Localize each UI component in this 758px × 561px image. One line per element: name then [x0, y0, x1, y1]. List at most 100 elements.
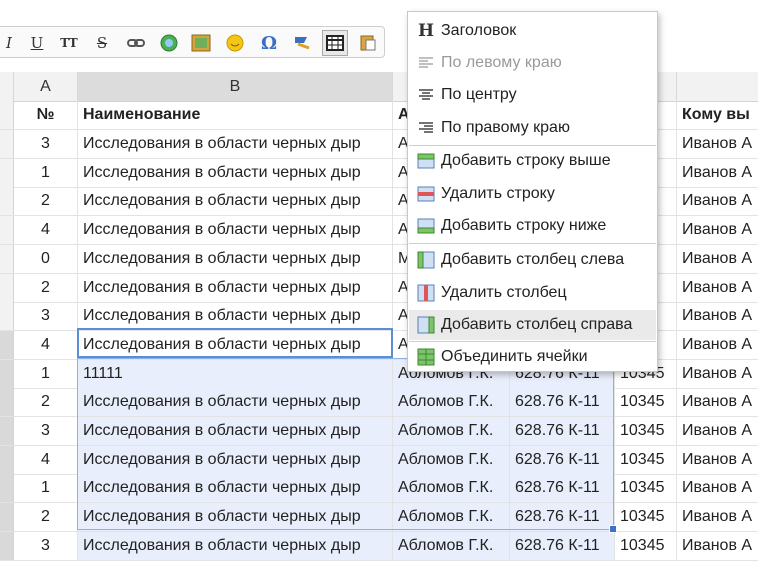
author-cell[interactable]: Абломов Г.К.	[393, 503, 510, 531]
author-cell[interactable]: Абломов Г.К.	[393, 446, 510, 474]
row-header[interactable]	[0, 532, 14, 560]
special-char-button[interactable]: Ω	[256, 30, 282, 56]
num-cell[interactable]: 4	[14, 331, 78, 359]
menu-item-align-right[interactable]: По правому краю	[409, 113, 656, 143]
row-header[interactable]	[0, 474, 14, 502]
header-recipient-cell[interactable]: Кому вы	[677, 101, 758, 129]
num-cell[interactable]: 1	[14, 159, 78, 187]
menu-item-add-column-right[interactable]: Добавить столбец справа	[409, 310, 656, 340]
italic-button[interactable]: I	[0, 30, 22, 56]
num-cell[interactable]: 2	[14, 503, 78, 531]
menu-item-add-row-below[interactable]: Добавить строку ниже	[409, 211, 656, 241]
code-cell[interactable]: 628.76 К-11	[510, 388, 615, 416]
row-header[interactable]	[0, 187, 14, 215]
recipient-cell[interactable]: Иванов А	[677, 159, 758, 187]
menu-item-align-center[interactable]: По центру	[409, 80, 656, 110]
num-cell[interactable]: 4	[14, 216, 78, 244]
author-cell[interactable]: Абломов Г.К.	[393, 388, 510, 416]
num-cell[interactable]: 1	[14, 360, 78, 388]
name-cell[interactable]: Исследования в области черных дыр	[78, 388, 393, 416]
recipient-cell[interactable]: Иванов А	[677, 388, 758, 416]
row-header[interactable]	[0, 417, 14, 445]
recipient-cell[interactable]: Иванов А	[677, 331, 758, 359]
id-cell[interactable]: 10345	[615, 417, 677, 445]
row-header[interactable]	[0, 388, 14, 416]
num-cell[interactable]: 2	[14, 274, 78, 302]
recipient-cell[interactable]: Иванов А	[677, 130, 758, 158]
recipient-cell[interactable]: Иванов А	[677, 532, 758, 560]
row-header[interactable]	[0, 360, 14, 388]
name-cell[interactable]: Исследования в области черных дыр	[78, 187, 393, 215]
name-cell[interactable]: Исследования в области черных дыр	[78, 130, 393, 158]
num-cell[interactable]: 3	[14, 302, 78, 330]
recipient-cell[interactable]: Иванов А	[677, 446, 758, 474]
link-button[interactable]	[123, 30, 149, 56]
row-header[interactable]	[0, 159, 14, 187]
recipient-cell[interactable]: Иванов А	[677, 360, 758, 388]
name-cell[interactable]: Исследования в области черных дыр	[78, 503, 393, 531]
name-cell[interactable]: Исследования в области черных дыр	[78, 216, 393, 244]
insert-emoticon-button[interactable]	[222, 30, 248, 56]
fill-handle[interactable]	[609, 525, 617, 533]
name-cell[interactable]: Исследования в области черных дыр	[78, 474, 393, 502]
header-num-cell[interactable]: №	[14, 101, 78, 129]
id-cell[interactable]: 10345	[615, 388, 677, 416]
menu-item-heading[interactable]: H Заголовок	[409, 16, 656, 46]
name-cell[interactable]: Исследования в области черных дыр	[78, 159, 393, 187]
code-cell[interactable]: 628.76 К-11	[510, 532, 615, 560]
underline-button[interactable]: U	[24, 30, 50, 56]
name-cell[interactable]: Исследования в области черных дыр	[78, 446, 393, 474]
id-cell[interactable]: 10345	[615, 532, 677, 560]
row-header[interactable]	[0, 302, 14, 330]
column-header-a[interactable]: A	[14, 72, 78, 101]
insert-media-button[interactable]	[156, 30, 182, 56]
name-cell[interactable]: Исследования в области черных дыр	[78, 302, 393, 330]
recipient-cell[interactable]: Иванов А	[677, 474, 758, 502]
row-header[interactable]	[0, 130, 14, 158]
row-header[interactable]	[0, 503, 14, 531]
row-header[interactable]	[0, 331, 14, 359]
row-header[interactable]	[0, 245, 14, 273]
num-cell[interactable]: 4	[14, 446, 78, 474]
header-name-cell[interactable]: Наименование	[78, 101, 393, 129]
name-cell[interactable]: Исследования в области черных дыр	[78, 532, 393, 560]
table-button[interactable]	[322, 30, 348, 56]
recipient-cell[interactable]: Иванов А	[677, 245, 758, 273]
code-cell[interactable]: 628.76 К-11	[510, 474, 615, 502]
recipient-cell[interactable]: Иванов А	[677, 187, 758, 215]
id-cell[interactable]: 10345	[615, 503, 677, 531]
column-header-b[interactable]: B	[78, 72, 393, 101]
num-cell[interactable]: 3	[14, 417, 78, 445]
name-cell[interactable]: Исследования в области черных дыр	[78, 245, 393, 273]
insert-image-button[interactable]	[188, 30, 214, 56]
column-header-f[interactable]	[677, 72, 758, 101]
id-cell[interactable]: 10345	[615, 446, 677, 474]
name-cell[interactable]: Исследования в области черных дыр	[78, 274, 393, 302]
menu-item-delete-row[interactable]: Удалить строку	[409, 179, 656, 209]
id-cell[interactable]: 10345	[615, 474, 677, 502]
recipient-cell[interactable]: Иванов А	[677, 417, 758, 445]
menu-item-align-left[interactable]: По левому краю	[409, 48, 656, 78]
remove-format-button[interactable]	[289, 30, 315, 56]
code-cell[interactable]: 628.76 К-11	[510, 417, 615, 445]
num-cell[interactable]: 1	[14, 474, 78, 502]
menu-item-add-row-above[interactable]: Добавить строку выше	[409, 146, 656, 176]
row-header[interactable]	[0, 274, 14, 302]
menu-item-merge-cells[interactable]: Объединить ячейки	[409, 342, 656, 372]
strikethrough-button[interactable]: S	[89, 30, 115, 56]
code-cell[interactable]: 628.76 К-11	[510, 446, 615, 474]
author-cell[interactable]: Абломов Г.К.	[393, 417, 510, 445]
recipient-cell[interactable]: Иванов А	[677, 503, 758, 531]
num-cell[interactable]: 2	[14, 388, 78, 416]
teletype-button[interactable]: TT	[56, 30, 82, 56]
recipient-cell[interactable]: Иванов А	[677, 302, 758, 330]
row-header[interactable]	[0, 216, 14, 244]
author-cell[interactable]: Абломов Г.К.	[393, 532, 510, 560]
row-header[interactable]	[0, 446, 14, 474]
author-cell[interactable]: Абломов Г.К.	[393, 474, 510, 502]
recipient-cell[interactable]: Иванов А	[677, 216, 758, 244]
recipient-cell[interactable]: Иванов А	[677, 274, 758, 302]
num-cell[interactable]: 2	[14, 187, 78, 215]
name-cell[interactable]: Исследования в области черных дыр	[78, 417, 393, 445]
num-cell[interactable]: 3	[14, 532, 78, 560]
